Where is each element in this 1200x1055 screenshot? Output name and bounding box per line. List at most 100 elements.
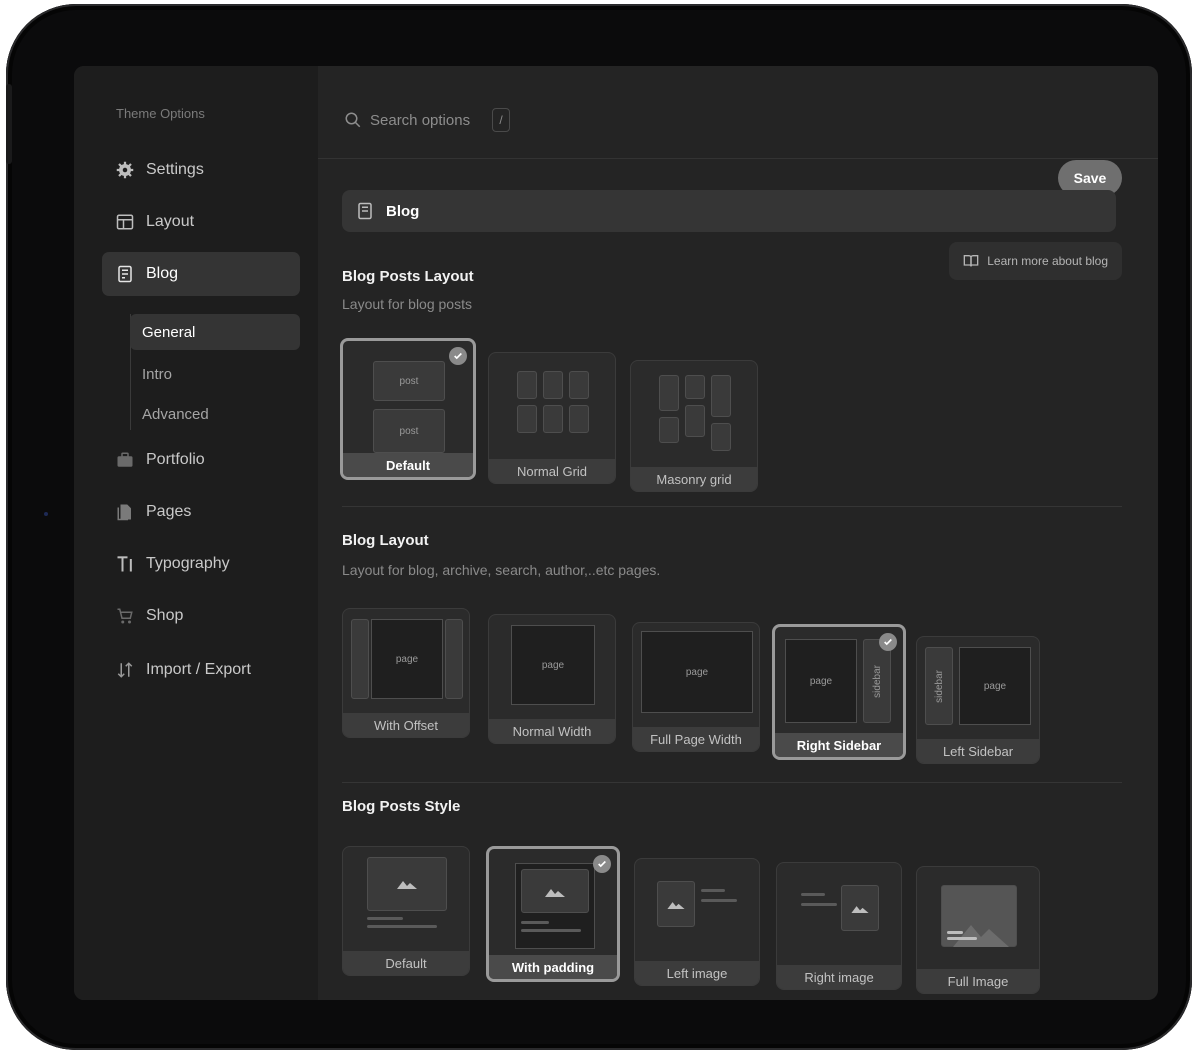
blog-layout-subtitle: Layout for blog, archive, search, author…: [342, 562, 661, 578]
option-full-page-width[interactable]: page Full Page Width: [632, 622, 760, 752]
option-with-offset[interactable]: page With Offset: [342, 608, 470, 738]
image-icon: [953, 925, 1009, 947]
grid-cell: [569, 371, 589, 399]
grid-cell: [659, 375, 679, 411]
image-icon: [397, 881, 417, 889]
check-icon: [449, 347, 467, 365]
volume-button: [6, 84, 12, 164]
subnav-general[interactable]: General: [130, 314, 300, 350]
offset-margin: [351, 619, 369, 699]
sidebar-item-label: Layout: [146, 213, 195, 230]
option-label: Left Sidebar: [917, 739, 1039, 763]
page-block: page: [959, 647, 1031, 725]
image-icon: [545, 889, 565, 897]
option-label: With padding: [489, 955, 617, 979]
camera-dot: [44, 512, 48, 516]
sidebar-item-label: Shop: [146, 607, 184, 624]
text-line: [521, 929, 581, 932]
grid-cell: [517, 405, 537, 433]
sidebar-item-label: Portfolio: [146, 451, 205, 468]
sidebar-item-label: Settings: [146, 161, 204, 178]
section-title: Blog: [386, 202, 420, 220]
option-label: Normal Width: [489, 719, 615, 743]
page-block: page: [511, 625, 595, 705]
sidebar-item-portfolio[interactable]: Portfolio: [102, 438, 300, 482]
option-label: Left image: [635, 961, 759, 985]
search-input[interactable]: Search options /: [344, 108, 511, 132]
subnav-intro[interactable]: Intro: [130, 356, 300, 392]
grid-cell: [517, 371, 537, 399]
check-icon: [593, 855, 611, 873]
section-header: Blog: [342, 190, 1116, 232]
grid-cell: [569, 405, 589, 433]
sidebar-item-typography[interactable]: Typography: [102, 542, 300, 586]
text-line: [521, 921, 549, 924]
sidebar-item-pages[interactable]: Pages: [102, 490, 300, 534]
option-label: Right image: [777, 965, 901, 989]
sidebar-block: sidebar: [863, 639, 891, 723]
import-export-icon: [114, 659, 136, 681]
blog-layout-title: Blog Layout: [342, 532, 429, 549]
option-right-sidebar[interactable]: page sidebar Right Sidebar: [772, 624, 906, 760]
option-normal-width[interactable]: page Normal Width: [488, 614, 616, 744]
image-icon: [851, 906, 869, 913]
briefcase-icon: [114, 449, 136, 471]
sidebar-title: Theme Options: [116, 106, 205, 121]
book-icon: [963, 255, 979, 267]
grid-cell: [685, 375, 705, 399]
option-label: Full Page Width: [633, 727, 759, 751]
blog-icon: [114, 263, 136, 285]
text-line: [367, 925, 437, 928]
sidebar-item-label: Blog: [146, 265, 179, 282]
sidebar-item-layout[interactable]: Layout: [102, 200, 300, 244]
sidebar-item-label: Import / Export: [146, 661, 251, 678]
option-label: Default: [343, 453, 473, 477]
text-line: [367, 917, 403, 920]
style-default[interactable]: Default: [342, 846, 470, 976]
sidebar-item-label: Pages: [146, 503, 192, 520]
grid-cell: [711, 423, 731, 451]
text-line: [801, 893, 825, 896]
sidebar-item-settings[interactable]: Settings: [102, 148, 300, 192]
sidebar-item-blog[interactable]: Blog: [102, 252, 300, 296]
style-with-padding[interactable]: With padding: [486, 846, 620, 982]
option-normal-grid[interactable]: Normal Grid: [488, 352, 616, 484]
option-label: With Offset: [343, 713, 469, 737]
page-block: page: [641, 631, 753, 713]
text-line: [801, 903, 837, 906]
style-full-image[interactable]: Full Image: [916, 866, 1040, 994]
option-label: Full Image: [917, 969, 1039, 993]
style-right-image[interactable]: Right image: [776, 862, 902, 990]
grid-cell: [659, 417, 679, 443]
layout-icon: [114, 211, 136, 233]
style-left-image[interactable]: Left image: [634, 858, 760, 986]
option-posts-default[interactable]: post post Default: [340, 338, 476, 480]
post-block: post: [373, 409, 445, 453]
check-icon: [879, 633, 897, 651]
app-window: Theme Options Settings Layout Blog Gener…: [74, 66, 1158, 1000]
sidebar-block-label: sidebar: [933, 669, 945, 703]
option-label: Default: [343, 951, 469, 975]
main-panel: Search options / Save Blog Learn more ab…: [318, 66, 1158, 1000]
learn-more-label: Learn more about blog: [987, 254, 1108, 268]
section-divider: [342, 782, 1122, 783]
blog-posts-style-title: Blog Posts Style: [342, 798, 461, 815]
option-label: Right Sidebar: [775, 733, 903, 757]
search-shortcut-key: /: [492, 108, 511, 132]
learn-more-link[interactable]: Learn more about blog: [949, 242, 1122, 280]
sidebar-item-shop[interactable]: Shop: [102, 594, 300, 638]
option-masonry-grid[interactable]: Masonry grid: [630, 360, 758, 492]
typography-icon: [114, 553, 136, 575]
sidebar-item-import-export[interactable]: Import / Export: [102, 648, 300, 692]
image-icon: [667, 902, 685, 909]
page-block: page: [785, 639, 857, 723]
search-icon: [345, 112, 361, 128]
blog-posts-layout-title: Blog Posts Layout: [342, 268, 474, 285]
text-line: [947, 937, 977, 940]
subnav-advanced[interactable]: Advanced: [130, 396, 300, 432]
topbar: Search options /: [318, 66, 1158, 159]
option-label: Normal Grid: [489, 459, 615, 483]
grid-cell: [543, 405, 563, 433]
option-left-sidebar[interactable]: sidebar page Left Sidebar: [916, 636, 1040, 764]
tablet-frame: Theme Options Settings Layout Blog Gener…: [6, 4, 1192, 1050]
